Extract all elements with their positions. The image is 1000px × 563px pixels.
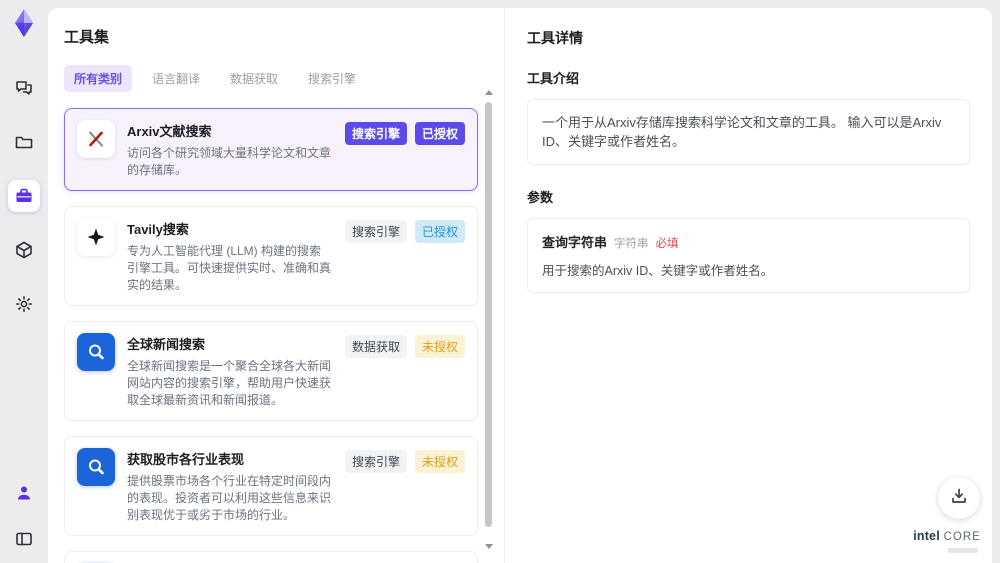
- tab-0[interactable]: 所有类别: [64, 65, 133, 92]
- tool-description: 访问各个研究领域大量科学论文和文章的存储库。: [127, 146, 332, 177]
- intel-core-logo: intel core: [912, 527, 982, 553]
- detail-title: 工具详情: [527, 30, 583, 46]
- sparkle-icon: [77, 218, 115, 256]
- param-box: 查询字符串 字符串 必填 用于搜索的Arxiv ID、关键字或作者姓名。: [527, 218, 970, 293]
- sidebar-item-briefcase[interactable]: [8, 180, 40, 212]
- sidebar-item-panel-toggle[interactable]: [8, 523, 40, 555]
- category-badge: 数据获取: [344, 335, 407, 358]
- tool-detail-pane: 工具详情 工具介绍 一个用于从Arxiv存储库搜索科学论文和文章的工具。 输入可…: [505, 8, 992, 563]
- tool-list: Arxiv文献搜索 访问各个研究领域大量科学论文和文章的存储库。 搜索引擎 已授…: [64, 108, 478, 563]
- folder-icon: [14, 132, 34, 152]
- download-button[interactable]: [938, 477, 980, 519]
- param-name: 查询字符串: [542, 235, 608, 250]
- tab-3[interactable]: 搜索引擎: [298, 65, 366, 92]
- sidebar-bottom: [8, 477, 40, 555]
- panel-toggle-icon: [14, 529, 34, 549]
- sidebar-nav: [8, 72, 40, 320]
- briefcase-icon: [14, 186, 34, 206]
- tool-description: 提供股票市场各个行业在特定时间段内的表现。投资者可以利用这些信息来识别表现优于或…: [127, 474, 332, 522]
- category-tabs: 所有类别 语言翻译 数据获取 搜索引擎: [64, 65, 488, 92]
- tool-description: 专为人工智能代理 (LLM) 构建的搜索引擎工具。可快速提供实时、准确和真实的结…: [127, 244, 332, 292]
- param-required-badge: 必填: [655, 238, 679, 250]
- tool-card[interactable]: 获取市场最活跃股票信息 提供当天交易量最高的股票列表，投资者可以利用这些信息来识…: [64, 551, 478, 563]
- tool-list-pane: 工具集 所有类别 语言翻译 数据获取 搜索引擎 Arxiv文献搜索 访问各个研究领域大…: [48, 8, 505, 563]
- scroll-up-icon[interactable]: [484, 90, 493, 95]
- brand-core-text: core: [943, 531, 981, 543]
- gradient-diamond-logo: [9, 8, 39, 38]
- tool-card[interactable]: 全球新闻搜索 全球新闻搜索是一个聚合全球各大新闻网站内容的搜索引擎，帮助用户快速…: [64, 321, 478, 421]
- arxiv-icon: [77, 120, 115, 158]
- param-head: 查询字符串 字符串 必填: [542, 232, 955, 251]
- tool-title: 获取股市各行业表现: [127, 452, 245, 467]
- chat-icon: [14, 78, 34, 98]
- params-heading: 参数: [527, 190, 554, 205]
- search-icon: [77, 333, 115, 371]
- tool-title: Arxiv文献搜索: [127, 124, 212, 139]
- app-sidebar: [0, 0, 48, 563]
- brand-subtext-decor: [948, 548, 978, 553]
- category-badge: 搜索引擎: [344, 450, 407, 473]
- cube-icon: [14, 240, 34, 260]
- sidebar-item-user[interactable]: [8, 477, 40, 509]
- main-panel: 工具集 所有类别 语言翻译 数据获取 搜索引擎 Arxiv文献搜索 访问各个研究领域大…: [48, 8, 992, 563]
- category-badge: 搜索引擎: [344, 122, 407, 145]
- search-icon: [77, 448, 115, 486]
- download-icon: [949, 486, 969, 511]
- status-badge: 未授权: [414, 335, 465, 358]
- sidebar-item-gear[interactable]: [8, 288, 40, 320]
- scroll-down-icon[interactable]: [484, 544, 493, 549]
- list-scrollbar[interactable]: [484, 90, 493, 549]
- param-type: 字符串: [614, 238, 649, 250]
- category-badge: 搜索引擎: [344, 220, 407, 243]
- gear-icon: [14, 294, 34, 314]
- status-badge: 已授权: [414, 220, 465, 243]
- status-badge: 已授权: [414, 122, 465, 145]
- sidebar-item-folder[interactable]: [8, 126, 40, 158]
- tool-card[interactable]: 获取股市各行业表现 提供股票市场各个行业在特定时间段内的表现。投资者可以利用这些…: [64, 436, 478, 536]
- tab-2[interactable]: 数据获取: [220, 65, 288, 92]
- intro-text-box: 一个用于从Arxiv存储库搜索科学论文和文章的工具。 输入可以是Arxiv ID…: [527, 99, 970, 165]
- sidebar-item-cube[interactable]: [8, 234, 40, 266]
- tool-title: Tavily搜索: [127, 222, 189, 237]
- page-title: 工具集: [64, 29, 110, 46]
- tool-card[interactable]: Arxiv文献搜索 访问各个研究领域大量科学论文和文章的存储库。 搜索引擎 已授…: [64, 108, 478, 191]
- scrollbar-thumb[interactable]: [485, 102, 492, 527]
- sidebar-item-chat[interactable]: [8, 72, 40, 104]
- tab-1[interactable]: 语言翻译: [142, 65, 210, 92]
- user-icon: [15, 484, 33, 502]
- tool-description: 全球新闻搜索是一个聚合全球各大新闻网站内容的搜索引擎，帮助用户快速获取全球最新资…: [127, 359, 332, 407]
- param-desc: 用于搜索的Arxiv ID、关键字或作者姓名。: [542, 264, 774, 278]
- brand-intel-text: intel: [913, 529, 940, 543]
- status-badge: 未授权: [414, 450, 465, 473]
- intro-heading: 工具介绍: [527, 71, 580, 86]
- tool-card[interactable]: Tavily搜索 专为人工智能代理 (LLM) 构建的搜索引擎工具。可快速提供实…: [64, 206, 478, 306]
- tool-title: 全球新闻搜索: [127, 337, 206, 352]
